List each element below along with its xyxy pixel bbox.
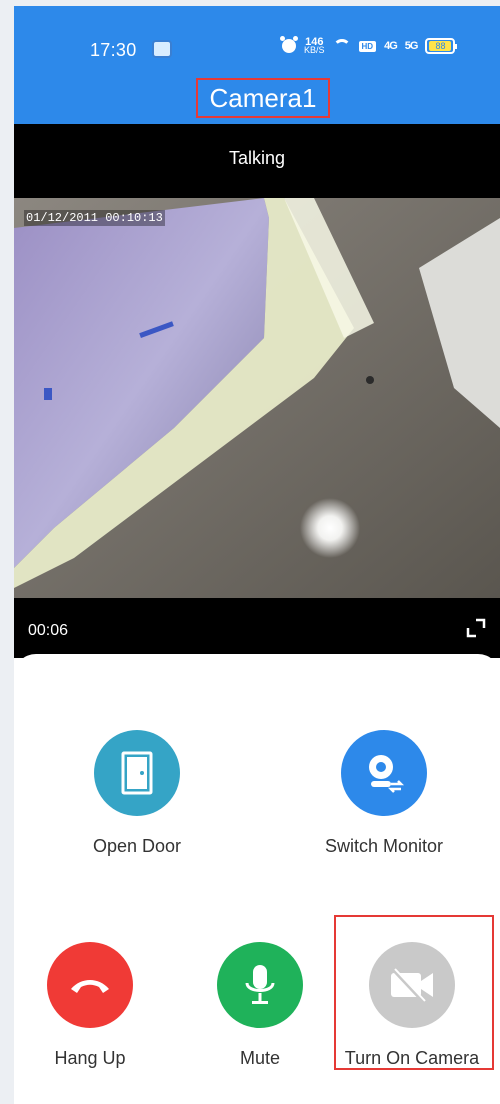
video-area: Talking 01/12/2011 00:10:13 00:06 [14, 124, 500, 658]
camera-off-icon [391, 967, 433, 1003]
video-timestamp: 01/12/2011 00:10:13 [24, 210, 165, 226]
switch-monitor-circle [341, 730, 427, 816]
switch-monitor-button[interactable]: Switch Monitor [301, 730, 467, 857]
call-status: Talking [228, 148, 286, 168]
camera-video-feed[interactable]: 01/12/2011 00:10:13 [14, 198, 500, 598]
fullscreen-icon[interactable] [466, 618, 486, 638]
call-duration: 00:06 [28, 622, 69, 639]
switch-monitor-label: Switch Monitor [324, 836, 444, 856]
open-door-circle [94, 730, 180, 816]
microphone-icon [245, 965, 275, 1004]
mute-button[interactable]: Mute [200, 942, 320, 1069]
door-icon [121, 751, 153, 795]
battery-icon: 88 [425, 38, 458, 54]
app-header: 17:30 146 KB/S HD 4G 5G 88 Camera1 [14, 6, 500, 124]
open-door-label: Open Door [92, 836, 182, 856]
battery-level: 88 [429, 41, 452, 51]
frame-left-border [0, 0, 14, 1104]
turn-on-camera-circle [369, 942, 455, 1028]
camera-title: Camera1 [209, 82, 317, 113]
hang-up-phone-icon [71, 980, 109, 993]
page-title: Camera1 [196, 78, 330, 118]
signal-icon-1: 4G [384, 40, 398, 52]
status-time: 17:30 [90, 40, 137, 60]
call-control-panel: Open Door Switch Monitor Hang Up Mute Tu… [14, 654, 500, 1104]
turn-on-camera-button[interactable]: Turn On Camera [338, 942, 486, 1069]
camera-switch-icon [369, 755, 405, 793]
hang-up-label: Hang Up [54, 1048, 126, 1068]
status-icons: 146 KB/S HD 4G 5G 88 [280, 36, 458, 55]
app-notification-icon [152, 40, 172, 58]
signal-icon-2: 5G [404, 40, 419, 52]
turn-on-camera-label: Turn On Camera [344, 1048, 480, 1068]
alarm-icon [280, 36, 298, 53]
network-speed: 146 KB/S [304, 37, 325, 55]
hang-up-button[interactable]: Hang Up [30, 942, 150, 1069]
open-door-button[interactable]: Open Door [54, 730, 220, 857]
hd-badge: HD [358, 40, 377, 52]
hang-up-circle [47, 942, 133, 1028]
mute-circle [217, 942, 303, 1028]
wifi-icon [332, 39, 351, 53]
network-speed-unit: KB/S [304, 45, 325, 55]
camera-scene-image [14, 198, 500, 598]
status-bar: 17:30 146 KB/S HD 4G 5G 88 [14, 6, 500, 78]
mute-label: Mute [239, 1048, 281, 1068]
